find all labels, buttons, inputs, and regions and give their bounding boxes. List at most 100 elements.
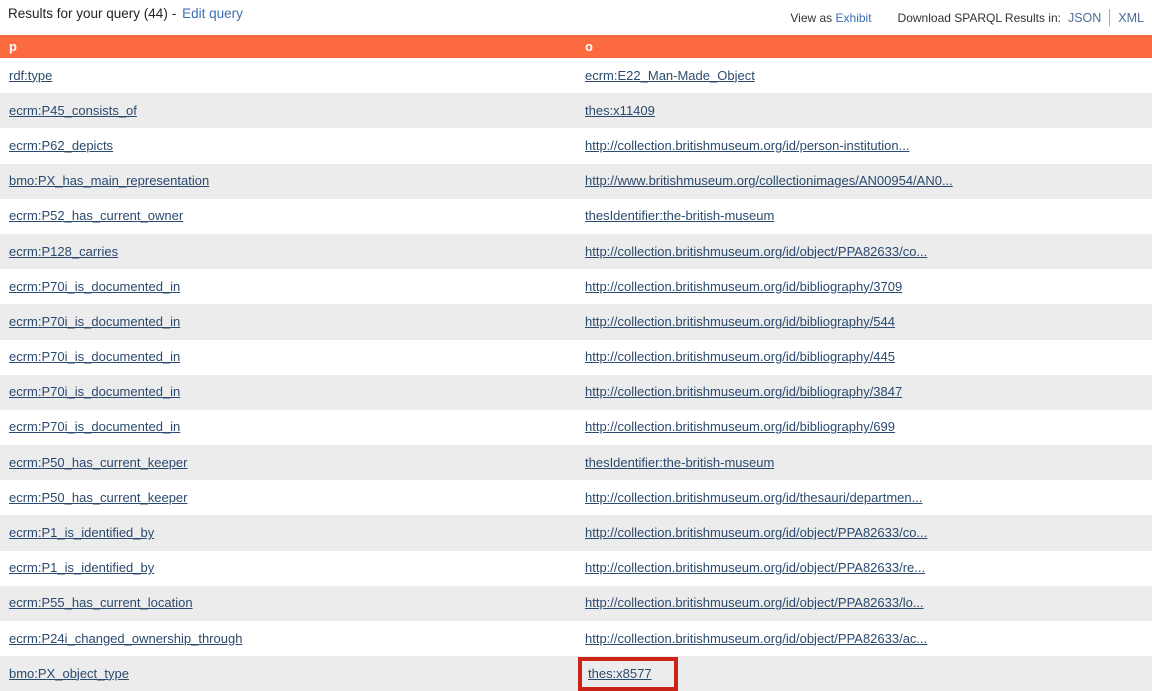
table-row: ecrm:P50_has_current_keeper thesIdentifie… <box>0 445 1152 480</box>
highlight-box: thes:x8577 <box>578 657 678 691</box>
p-link[interactable]: ecrm:P52_has_current_owner <box>9 208 183 223</box>
view-as-label: View as <box>790 11 832 25</box>
p-link[interactable]: ecrm:P24i_changed_ownership_through <box>9 631 242 646</box>
cell-p: ecrm:P70i_is_documented_in <box>0 348 576 366</box>
cell-p: rdf:type <box>0 67 576 85</box>
title-dash: - <box>172 6 177 21</box>
table-row: ecrm:P52_has_current_owner thesIdentifier… <box>0 199 1152 234</box>
cell-o: thesIdentifier:the-british-museum <box>576 207 1152 225</box>
table-row: ecrm:P70i_is_documented_in http://collect… <box>0 410 1152 445</box>
p-link[interactable]: bmo:PX_object_type <box>9 666 129 681</box>
cell-o: http://collection.britishmuseum.org/id/t… <box>576 489 1152 507</box>
p-link[interactable]: ecrm:P1_is_identified_by <box>9 525 154 540</box>
cell-o: http://collection.britishmuseum.org/id/o… <box>576 524 1152 542</box>
table-row: ecrm:P70i_is_documented_in http://collect… <box>0 304 1152 339</box>
p-link[interactable]: ecrm:P128_carries <box>9 244 118 259</box>
cell-o: http://collection.britishmuseum.org/id/o… <box>576 594 1152 612</box>
o-link[interactable]: http://collection.britishmuseum.org/id/b… <box>585 349 895 364</box>
p-link[interactable]: ecrm:P55_has_current_location <box>9 595 193 610</box>
cell-p: ecrm:P70i_is_documented_in <box>0 418 576 436</box>
cell-o: http://www.britishmuseum.org/collectioni… <box>576 172 1152 190</box>
column-header-p: p <box>0 39 576 54</box>
table-row: ecrm:P1_is_identified_by http://collectio… <box>0 515 1152 550</box>
table-row: ecrm:P70i_is_documented_in http://collect… <box>0 269 1152 304</box>
p-link[interactable]: ecrm:P70i_is_documented_in <box>9 419 180 434</box>
p-link[interactable]: ecrm:P70i_is_documented_in <box>9 314 180 329</box>
cell-p: ecrm:P55_has_current_location <box>0 594 576 612</box>
table-row: ecrm:P1_is_identified_by http://collectio… <box>0 551 1152 586</box>
xml-link[interactable]: XML <box>1118 11 1144 25</box>
json-link[interactable]: JSON <box>1068 11 1101 25</box>
o-link[interactable]: http://collection.britishmuseum.org/id/b… <box>585 314 895 329</box>
o-link[interactable]: http://collection.britishmuseum.org/id/p… <box>585 138 909 153</box>
cell-o: http://collection.britishmuseum.org/id/b… <box>576 313 1152 331</box>
cell-o: http://collection.britishmuseum.org/id/b… <box>576 383 1152 401</box>
cell-o: ecrm:E22_Man-Made_Object <box>576 67 1152 85</box>
cell-p: ecrm:P128_carries <box>0 243 576 261</box>
cell-o: http://collection.britishmuseum.org/id/o… <box>576 630 1152 648</box>
o-link[interactable]: http://collection.britishmuseum.org/id/b… <box>585 384 902 399</box>
o-link[interactable]: http://collection.britishmuseum.org/id/o… <box>585 525 927 540</box>
table-row: ecrm:P55_has_current_location http://coll… <box>0 586 1152 621</box>
cell-p: ecrm:P62_depicts <box>0 137 576 155</box>
cell-o: http://collection.britishmuseum.org/id/b… <box>576 418 1152 436</box>
table-row: ecrm:P128_carries http://collection.briti… <box>0 234 1152 269</box>
table-header: p o <box>0 35 1152 58</box>
edit-query-link[interactable]: Edit query <box>182 6 243 21</box>
p-link[interactable]: bmo:PX_has_main_representation <box>9 173 209 188</box>
p-link[interactable]: ecrm:P1_is_identified_by <box>9 560 154 575</box>
cell-p: bmo:PX_object_type <box>0 665 576 683</box>
sparql-results-page: { "header": { "title": "Results for your… <box>0 0 1152 691</box>
cell-o: http://collection.britishmuseum.org/id/b… <box>576 278 1152 296</box>
p-link[interactable]: ecrm:P45_consists_of <box>9 103 137 118</box>
cell-p: ecrm:P70i_is_documented_in <box>0 313 576 331</box>
o-link[interactable]: http://collection.britishmuseum.org/id/t… <box>585 490 922 505</box>
p-link[interactable]: ecrm:P70i_is_documented_in <box>9 349 180 364</box>
cell-o: http://collection.britishmuseum.org/id/b… <box>576 348 1152 366</box>
o-link[interactable]: thesIdentifier:the-british-museum <box>585 208 774 223</box>
p-link[interactable]: ecrm:P50_has_current_keeper <box>9 490 188 505</box>
download-label: Download SPARQL Results in: <box>898 11 1061 25</box>
cell-o: thesIdentifier:the-british-museum <box>576 454 1152 472</box>
o-link[interactable]: thes:x8577 <box>588 666 652 681</box>
o-link[interactable]: http://collection.britishmuseum.org/id/o… <box>585 595 924 610</box>
page-title-group: Results for your query (44)- Edit query <box>8 5 243 21</box>
column-header-o: o <box>576 39 1152 54</box>
p-link[interactable]: rdf:type <box>9 68 52 83</box>
cell-p: bmo:PX_has_main_representation <box>0 172 576 190</box>
table-row: ecrm:P70i_is_documented_in http://collect… <box>0 375 1152 410</box>
p-link[interactable]: ecrm:P62_depicts <box>9 138 113 153</box>
table-row: ecrm:P70i_is_documented_in http://collect… <box>0 340 1152 375</box>
format-divider <box>1109 9 1110 26</box>
cell-p: ecrm:P50_has_current_keeper <box>0 489 576 507</box>
o-link[interactable]: ecrm:E22_Man-Made_Object <box>585 68 755 83</box>
o-link[interactable]: http://collection.britishmuseum.org/id/b… <box>585 279 902 294</box>
p-link[interactable]: ecrm:P70i_is_documented_in <box>9 279 180 294</box>
cell-p: ecrm:P1_is_identified_by <box>0 524 576 542</box>
o-link[interactable]: http://collection.britishmuseum.org/id/o… <box>585 560 925 575</box>
o-link[interactable]: thes:x11409 <box>585 103 655 118</box>
cell-o: http://collection.britishmuseum.org/id/p… <box>576 137 1152 155</box>
view-as-group: View as Exhibit <box>790 11 871 25</box>
table-row: rdf:type ecrm:E22_Man-Made_Object <box>0 58 1152 93</box>
table-body: rdf:type ecrm:E22_Man-Made_Object ecrm:P45… <box>0 58 1152 691</box>
topbar-actions: View as Exhibit Download SPARQL Results … <box>790 5 1144 26</box>
o-link[interactable]: http://collection.britishmuseum.org/id/o… <box>585 244 927 259</box>
o-link[interactable]: http://collection.britishmuseum.org/id/o… <box>585 631 927 646</box>
o-link[interactable]: thesIdentifier:the-british-museum <box>585 455 774 470</box>
p-link[interactable]: ecrm:P70i_is_documented_in <box>9 384 180 399</box>
cell-p: ecrm:P50_has_current_keeper <box>0 454 576 472</box>
cell-p: ecrm:P24i_changed_ownership_through <box>0 630 576 648</box>
cell-o: http://collection.britishmuseum.org/id/o… <box>576 243 1152 261</box>
o-link[interactable]: http://collection.britishmuseum.org/id/b… <box>585 419 895 434</box>
table-row: ecrm:P24i_changed_ownership_through http:… <box>0 621 1152 656</box>
table-row: bmo:PX_object_type thes:x8577 <box>0 656 1152 691</box>
cell-o: thes:x11409 <box>576 102 1152 120</box>
o-link[interactable]: http://www.britishmuseum.org/collectioni… <box>585 173 953 188</box>
p-link[interactable]: ecrm:P50_has_current_keeper <box>9 455 188 470</box>
page-title: Results for your query (44) <box>8 6 168 21</box>
table-row: ecrm:P62_depicts http://collection.britis… <box>0 128 1152 163</box>
cell-o: http://collection.britishmuseum.org/id/o… <box>576 559 1152 577</box>
cell-p: ecrm:P70i_is_documented_in <box>0 278 576 296</box>
exhibit-link[interactable]: Exhibit <box>836 11 872 25</box>
